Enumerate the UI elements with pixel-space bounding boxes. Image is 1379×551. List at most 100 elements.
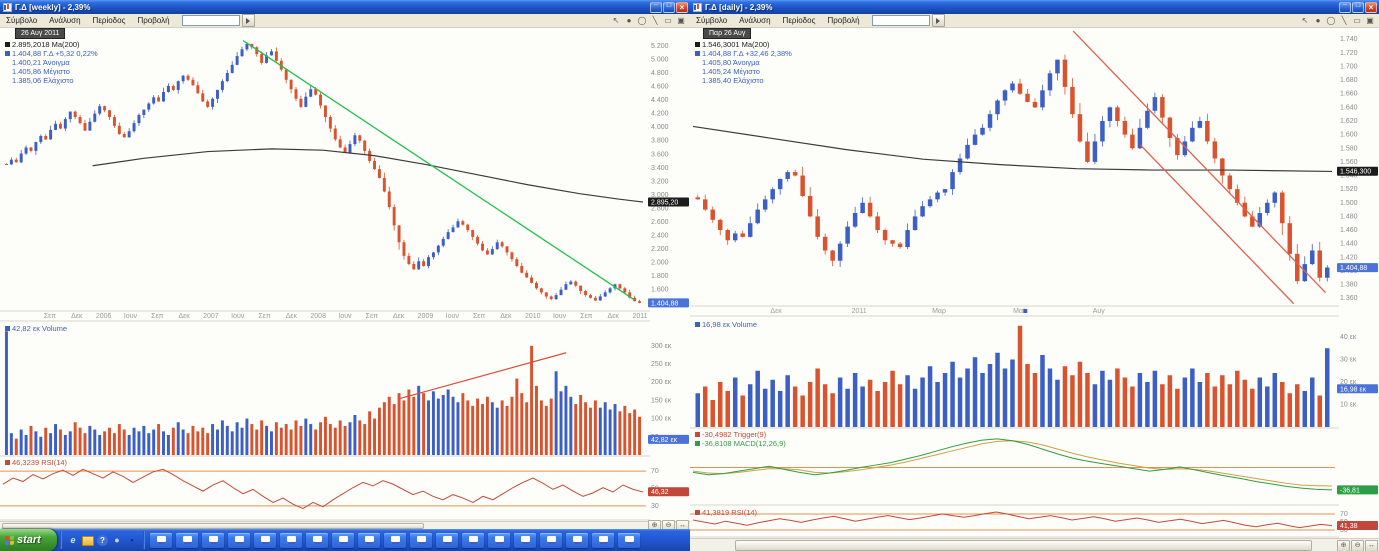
- h-scrollbar[interactable]: ⊕⊖↔: [0, 521, 690, 529]
- svg-text:1.440: 1.440: [1340, 241, 1358, 248]
- chart-canvas-weekly[interactable]: 5.2005.0004.8004.6004.4004.2004.0003.800…: [0, 27, 690, 521]
- dot-icon[interactable]: ●: [624, 16, 634, 25]
- taskbar-window-button[interactable]: [228, 533, 250, 548]
- svg-text:3.600: 3.600: [651, 151, 669, 158]
- svg-text:Σεπ: Σεπ: [473, 313, 485, 320]
- titlebar-weekly[interactable]: Γ.Δ [weekly] - 2,39%: [0, 0, 690, 14]
- svg-text:1.740: 1.740: [1340, 36, 1358, 43]
- trendline-icon[interactable]: ╲: [650, 16, 660, 25]
- minimize-button[interactable]: [650, 2, 662, 13]
- taskbar-window-button[interactable]: [488, 533, 510, 548]
- svg-text:Σεπ: Σεπ: [366, 313, 378, 320]
- symbol-go-button[interactable]: [932, 14, 945, 27]
- taskbar-window-button[interactable]: [410, 533, 432, 548]
- svg-text:1.500: 1.500: [1340, 200, 1358, 207]
- quick-launch: e?●▪: [65, 534, 140, 546]
- close-button[interactable]: [676, 2, 688, 13]
- menu-view[interactable]: Προβολή: [821, 16, 865, 25]
- svg-text:16,98 εκ: 16,98 εκ: [1340, 386, 1367, 393]
- legend-line: 1.385,40 Ελάχιστο: [695, 76, 792, 85]
- legend-line: 1.405,80 Άνοιγμα: [695, 58, 792, 67]
- cursor-icon[interactable]: ↖: [1300, 16, 1310, 25]
- help-icon[interactable]: ?: [97, 535, 108, 546]
- window-icon: [693, 3, 702, 12]
- price-legend: 2.895,2018 Ma(200)1.404,88 Γ.Δ +5,32 0,2…: [5, 40, 98, 85]
- save-icon[interactable]: ▣: [1365, 16, 1375, 25]
- rectangle-icon[interactable]: ▭: [663, 16, 673, 25]
- minimize-button[interactable]: [1339, 2, 1351, 13]
- taskbar-window-button[interactable]: [436, 533, 458, 548]
- maximize-button[interactable]: [663, 2, 675, 13]
- svg-text:1.560: 1.560: [1340, 159, 1358, 166]
- svg-text:Δεκ: Δεκ: [71, 313, 83, 320]
- svg-text:Σεπ: Σεπ: [44, 313, 56, 320]
- menu-analysis[interactable]: Ανάλυση: [733, 16, 776, 25]
- menu-view[interactable]: Προβολή: [131, 16, 175, 25]
- folder-icon[interactable]: [82, 536, 94, 546]
- save-icon[interactable]: ▣: [676, 16, 686, 25]
- window-button-icon: [313, 536, 322, 544]
- ellipse-icon[interactable]: ◯: [637, 16, 647, 25]
- pan-icon[interactable]: ↔: [1365, 540, 1378, 551]
- app-icon-2[interactable]: ▪: [126, 534, 138, 546]
- maximize-button[interactable]: [1352, 2, 1364, 13]
- taskbar-window-button[interactable]: [254, 533, 276, 548]
- cursor-icon[interactable]: ↖: [611, 16, 621, 25]
- zoom-out-icon[interactable]: ⊖: [1351, 540, 1364, 551]
- pan-icon[interactable]: ↔: [676, 520, 689, 529]
- trendline-icon[interactable]: ╲: [1339, 16, 1349, 25]
- taskbar-window-button[interactable]: [384, 533, 406, 548]
- menu-symbol[interactable]: Σύμβολο: [690, 16, 733, 25]
- svg-text:4.400: 4.400: [651, 97, 669, 104]
- taskbar-window-button[interactable]: [514, 533, 536, 548]
- taskbar-window-button[interactable]: [358, 533, 380, 548]
- scrollbar-thumb[interactable]: [735, 540, 1312, 551]
- taskbar-window-button[interactable]: [540, 533, 562, 548]
- svg-text:250 εκ: 250 εκ: [651, 361, 672, 368]
- taskbar-window-button[interactable]: [332, 533, 354, 548]
- legend-line: 42,82 εκ Volume: [5, 324, 67, 333]
- legend-line: 1.405,24 Μέγιστο: [695, 67, 792, 76]
- taskbar-window-button[interactable]: [306, 533, 328, 548]
- symbol-go-button[interactable]: [242, 14, 255, 27]
- svg-text:Σεπ: Σεπ: [580, 313, 592, 320]
- app-icon-1[interactable]: ●: [111, 534, 123, 546]
- menu-period[interactable]: Περίοδος: [87, 16, 132, 25]
- titlebar-daily[interactable]: Γ.Δ [daily] - 2,39%: [690, 0, 1379, 14]
- taskbar-window-button[interactable]: [592, 533, 614, 548]
- h-scrollbar[interactable]: ⊕⊖↔: [690, 538, 1379, 551]
- menu-period[interactable]: Περίοδος: [777, 16, 822, 25]
- taskbar-window-button[interactable]: [280, 533, 302, 548]
- svg-text:200 εκ: 200 εκ: [651, 379, 672, 386]
- zoom-out-icon[interactable]: ⊖: [662, 520, 675, 529]
- menu-analysis[interactable]: Ανάλυση: [43, 16, 86, 25]
- rectangle-icon[interactable]: ▭: [1352, 16, 1362, 25]
- window-title: Γ.Δ [weekly] - 2,39%: [15, 3, 650, 12]
- zoom-in-icon[interactable]: ⊕: [1337, 540, 1350, 551]
- taskbar-window-button[interactable]: [462, 533, 484, 548]
- taskbar-window-button[interactable]: [176, 533, 198, 548]
- symbol-input[interactable]: [872, 15, 930, 26]
- taskbar-window-button[interactable]: [150, 533, 172, 548]
- taskbar-window-button[interactable]: [202, 533, 224, 548]
- taskbar-window-button[interactable]: [566, 533, 588, 548]
- window-title: Γ.Δ [daily] - 2,39%: [705, 3, 1339, 12]
- symbol-input[interactable]: [182, 15, 240, 26]
- dot-icon[interactable]: ●: [1313, 16, 1323, 25]
- svg-text:Ιουν: Ιουν: [446, 313, 460, 320]
- menu-symbol[interactable]: Σύμβολο: [0, 16, 43, 25]
- window-button-icon: [443, 536, 452, 544]
- svg-text:1.620: 1.620: [1340, 118, 1358, 125]
- ie-icon[interactable]: e: [67, 534, 79, 546]
- chart-canvas-daily[interactable]: 1.7401.7201.7001.6801.6601.6401.6201.600…: [690, 27, 1379, 538]
- legend-line: -36,8108 MACD(12,26,9): [695, 439, 786, 448]
- ellipse-icon[interactable]: ◯: [1326, 16, 1336, 25]
- zoom-in-icon[interactable]: ⊕: [648, 520, 661, 529]
- svg-text:150 εκ: 150 εκ: [651, 397, 672, 404]
- taskbar-window-button[interactable]: [618, 533, 640, 548]
- close-button[interactable]: [1365, 2, 1377, 13]
- svg-text:40 εκ: 40 εκ: [1340, 334, 1357, 341]
- start-button[interactable]: start: [0, 529, 57, 551]
- window-button-icon: [547, 536, 556, 544]
- svg-text:1.720: 1.720: [1340, 50, 1358, 57]
